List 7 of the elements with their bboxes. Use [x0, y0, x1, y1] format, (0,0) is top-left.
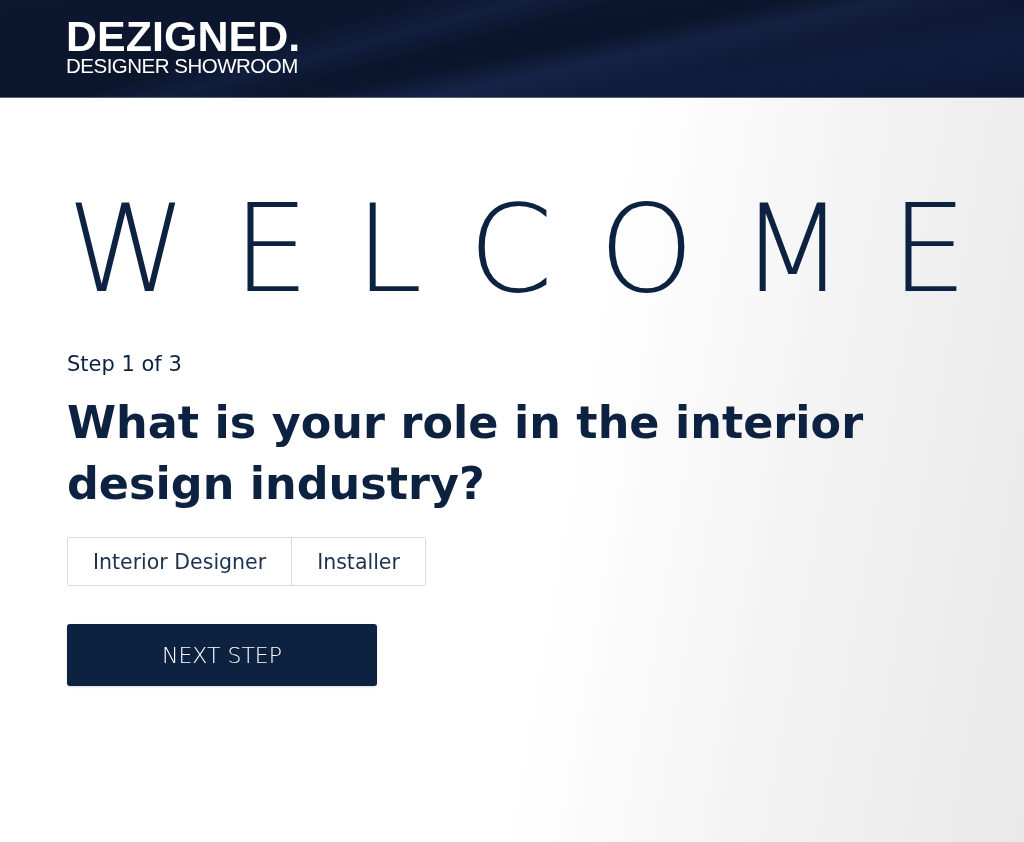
logo-subtitle[interactable]: DESIGNER SHOWROOM — [66, 55, 298, 77]
next-step-button[interactable]: NEXT STEP — [67, 624, 377, 686]
step-counter: Step 1 of 3 — [67, 351, 182, 378]
logo-title[interactable]: DEZIGNED. — [66, 17, 301, 55]
question-text: What is your role in the interior design industry? — [67, 396, 865, 511]
role-option[interactable]: Installer — [291, 538, 425, 585]
welcome-heading: WELCOME — [67, 190, 1014, 310]
